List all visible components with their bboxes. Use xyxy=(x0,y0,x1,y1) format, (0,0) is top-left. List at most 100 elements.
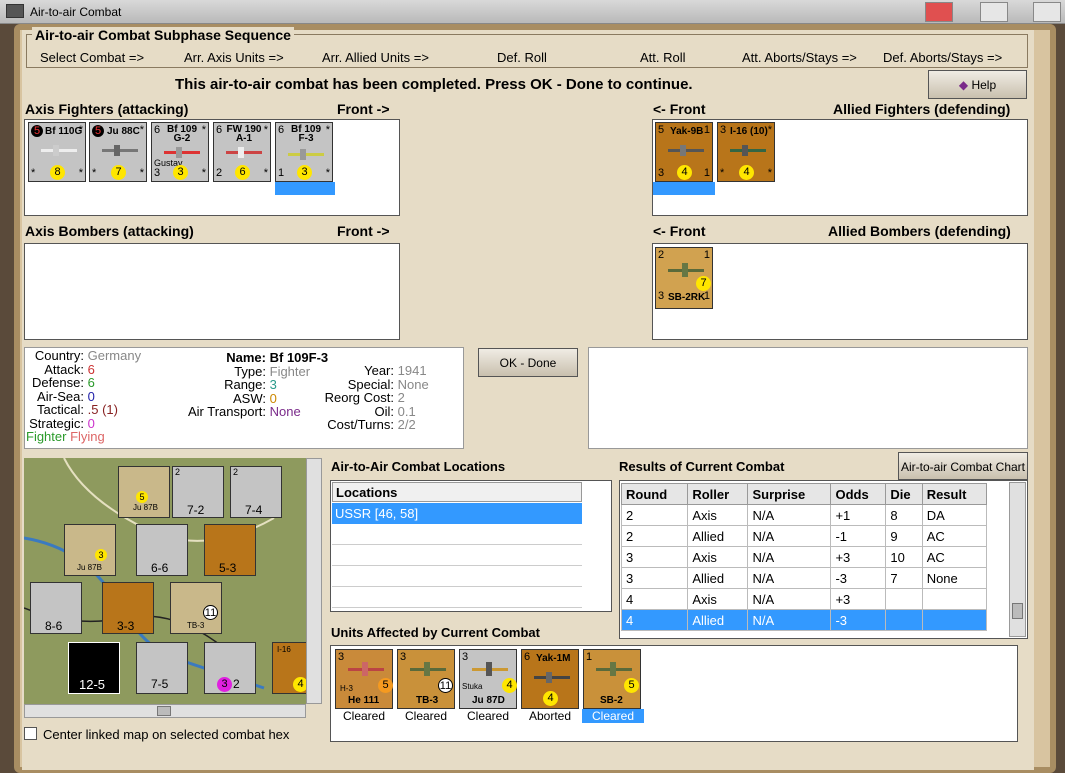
cell: +3 xyxy=(830,546,887,568)
plane-icon xyxy=(348,662,384,676)
mini-map[interactable]: Ju 87B 5 7-2 2 7-4 2 Ju 87B 3 6-6 5-3 8-6 3-… xyxy=(24,458,322,704)
unit-counter[interactable]: 3 I-16 (10) * * 4 * xyxy=(717,122,775,182)
cell: N/A xyxy=(747,609,832,631)
table-row[interactable]: 2 Axis N/A +1 8 DA xyxy=(620,504,988,526)
cell: -1 xyxy=(830,525,887,547)
plane-icon xyxy=(534,672,570,683)
step-def-roll: Def. Roll xyxy=(497,50,547,65)
results-vscroll[interactable] xyxy=(1009,482,1026,637)
cell xyxy=(885,588,923,610)
combat-notes-panel xyxy=(588,347,1028,449)
map-hex-counter[interactable]: TB-3 11 xyxy=(170,582,222,634)
cell: -3 xyxy=(830,567,887,589)
results-title: Results of Current Combat xyxy=(619,459,785,474)
defense-label: Defense: xyxy=(31,375,84,390)
map-hex-counter[interactable]: Ju 87B 3 xyxy=(64,524,116,576)
col-odds[interactable]: Odds xyxy=(830,483,887,505)
map-hex-counter[interactable]: 7-4 2 xyxy=(230,466,282,518)
axis-bombers-box[interactable] xyxy=(24,243,400,340)
name-label: Name: xyxy=(226,350,266,365)
help-button[interactable]: ◆ Help xyxy=(928,70,1027,99)
plane-icon xyxy=(102,145,138,156)
map-vscroll[interactable] xyxy=(306,458,322,704)
axis-bombers-front: Front -> xyxy=(337,223,390,239)
map-hex-counter[interactable]: 6-6 xyxy=(136,524,188,576)
map-hex-counter[interactable]: 23 xyxy=(204,642,256,694)
unit-counter[interactable]: 3 H-3 5 He 111 xyxy=(335,649,393,709)
locations-title: Air-to-Air Combat Locations xyxy=(331,459,506,474)
help-icon: ◆ xyxy=(958,78,969,92)
plane-icon xyxy=(410,662,446,676)
col-die[interactable]: Die xyxy=(885,483,923,505)
map-hex-counter[interactable]: 7-2 2 xyxy=(172,466,224,518)
table-row[interactable]: 4 Axis N/A +3 xyxy=(620,588,988,610)
col-round[interactable]: Round xyxy=(620,483,689,505)
table-row[interactable]: 2 Allied N/A -1 9 AC xyxy=(620,525,988,547)
table-row[interactable]: 3 Axis N/A +3 10 AC xyxy=(620,546,988,568)
airtrans-label: Air Transport: xyxy=(187,404,266,419)
cell: 2 xyxy=(620,525,689,547)
map-hex-counter[interactable]: Ju 87B 5 xyxy=(118,466,170,518)
strategic-label: Strategic: xyxy=(29,415,84,431)
minimize-button[interactable] xyxy=(925,2,953,22)
plane-icon xyxy=(668,145,704,156)
location-item[interactable]: USSR [46, 58] xyxy=(332,503,582,524)
cell: +1 xyxy=(830,504,887,526)
allied-fighters-label: Allied Fighters (defending) xyxy=(833,101,1011,117)
info-left: Country: Germany Attack: 6 Defense: 6 Ai… xyxy=(26,349,141,444)
type-label: Type: xyxy=(234,363,266,379)
unit-counter[interactable]: 5 Yak-9B 1 3 4 1 xyxy=(655,122,713,182)
maximize-button[interactable] xyxy=(980,2,1008,22)
title-bar: Air-to-air Combat xyxy=(0,0,1065,24)
reorg-label: Reorg Cost: xyxy=(324,390,394,405)
unit-counter[interactable]: 2 1 7 3 SB-2RK 1 xyxy=(655,247,713,309)
air-combat-chart-button[interactable]: Air-to-air Combat Chart xyxy=(898,452,1028,480)
map-hex-counter[interactable]: 8-6 xyxy=(30,582,82,634)
cell: 3 xyxy=(620,546,689,568)
locations-header: Locations xyxy=(332,482,582,502)
unit-counter[interactable]: 6 Bf 109 G-2 * Gustav 3 3 * xyxy=(151,122,209,182)
col-surprise[interactable]: Surprise xyxy=(747,483,832,505)
special-label: Special: xyxy=(347,376,394,392)
map-hex-counter[interactable]: 3-3 xyxy=(102,582,154,634)
map-hex-counter[interactable]: 5-3 xyxy=(204,524,256,576)
unit-status: Cleared xyxy=(466,709,510,723)
map-hscroll-thumb[interactable] xyxy=(157,706,171,716)
unit-status: Cleared xyxy=(404,709,448,723)
cell: Axis xyxy=(687,588,749,610)
map-hex-counter[interactable]: 12-5 xyxy=(68,642,120,694)
unit-counter[interactable]: 5 Bf 110G * * 8 * xyxy=(28,122,86,182)
table-row-selected[interactable]: 4 Allied N/A -3 xyxy=(620,609,988,631)
unit-counter[interactable]: 5 Ju 88C * * 7 * xyxy=(89,122,147,182)
map-hex-counter[interactable]: 7-5 xyxy=(136,642,188,694)
step-def-aborts: Def. Aborts/Stays => xyxy=(883,50,1003,65)
cell: AC xyxy=(921,546,988,568)
unit-counter[interactable]: 3 Stuka 4 Ju 87D xyxy=(459,649,517,709)
table-row[interactable]: 3 Allied N/A -3 7 None xyxy=(620,567,988,589)
cell: 8 xyxy=(885,504,923,526)
ok-done-button[interactable]: OK - Done xyxy=(478,348,578,377)
unit-counter-selected[interactable]: 1 5 SB-2 xyxy=(583,649,641,709)
cell: 3 xyxy=(620,567,689,589)
col-roller[interactable]: Roller xyxy=(687,483,749,505)
cell: 10 xyxy=(885,546,923,568)
selection-highlight xyxy=(653,182,715,195)
unit-counter-selected[interactable]: 6 Bf 109 F-3 * 1 3 * xyxy=(275,122,333,182)
results-vscroll-thumb[interactable] xyxy=(1012,603,1023,619)
cell: 2 xyxy=(620,504,689,526)
unit-counter[interactable]: 3 11 TB-3 xyxy=(397,649,455,709)
map-hscroll[interactable] xyxy=(24,704,306,718)
center-map-checkbox[interactable] xyxy=(24,727,37,740)
range-label: Range: xyxy=(224,377,266,392)
close-button[interactable] xyxy=(1033,2,1061,22)
plane-icon xyxy=(472,662,508,676)
unit-counter[interactable]: 6 Yak-1M 4 xyxy=(521,649,579,709)
cell: Allied xyxy=(687,567,749,589)
plane-icon xyxy=(164,147,200,158)
unit-status-selected: Cleared xyxy=(582,709,644,723)
locations-empty-rows xyxy=(332,524,582,608)
unit-counter[interactable]: 6 FW 190 A-1 * 2 6 * xyxy=(213,122,271,182)
cell: AC xyxy=(921,525,988,547)
allied-bombers-front: <- Front xyxy=(653,223,706,239)
col-result[interactable]: Result xyxy=(921,483,988,505)
